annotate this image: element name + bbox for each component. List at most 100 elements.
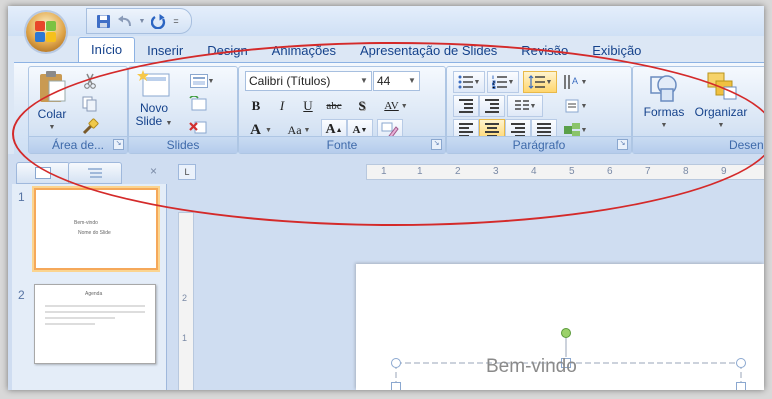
slide-thumbnail[interactable]: Agenda [34, 284, 156, 364]
ruler-label: 1 [417, 166, 423, 177]
tab-selector-icon[interactable]: L [178, 164, 196, 180]
vertical-ruler: 2 1 [178, 212, 194, 390]
undo-icon[interactable] [115, 11, 135, 31]
horizontal-ruler: 1 1 2 3 4 5 6 7 8 9 [366, 164, 764, 180]
char-spacing-label: AV [384, 100, 399, 112]
undo-dropdown-icon[interactable]: ▼ [137, 11, 147, 31]
resize-handle[interactable] [391, 358, 401, 368]
decrease-indent-icon[interactable] [453, 95, 479, 117]
cut-icon[interactable] [79, 71, 101, 91]
redo-icon[interactable] [149, 11, 169, 31]
thumbnail-title: Bem-vindo [74, 220, 98, 226]
powerpoint-window: ▼ = Início Inserir Design Animações Apre… [8, 6, 764, 390]
tab-design[interactable]: Design [195, 40, 259, 62]
italic-button[interactable]: I [269, 95, 295, 117]
text-direction-icon[interactable]: A ▼ [559, 71, 591, 93]
slide-thumbnail[interactable]: Bem-vindo Nome do Slide [34, 188, 158, 270]
font-group-title: Fonte [239, 136, 445, 153]
shapes-label: Formas [643, 105, 685, 119]
font-group: Calibri (Títulos) ▼ 44 ▼ B I U abc S AV ▼ A… [238, 66, 446, 154]
ribbon: Colar ▼ Área de... ↘ Novo Slide ▼ ▼ Slid… [14, 62, 764, 156]
paste-icon [40, 71, 66, 102]
font-size-dropdown-icon[interactable]: ▼ [405, 72, 419, 90]
outline-pane-tab[interactable] [68, 162, 122, 184]
clipboard-launcher-icon[interactable]: ↘ [113, 139, 124, 150]
resize-handle[interactable] [736, 358, 746, 368]
ruler-label: 1 [182, 333, 188, 343]
ruler-label: 5 [569, 166, 575, 177]
tab-revisao[interactable]: Revisão [509, 40, 580, 62]
numbering-icon [491, 75, 507, 89]
tab-inserir[interactable]: Inserir [135, 40, 195, 62]
layout-icon [189, 74, 208, 88]
office-logo-icon [35, 21, 57, 43]
font-name-dropdown-icon[interactable]: ▼ [357, 72, 371, 90]
shapes-icon [650, 75, 677, 102]
copy-icon[interactable] [79, 94, 101, 114]
new-slide-dropdown-icon[interactable]: ▼ [166, 120, 173, 127]
new-slide-button[interactable]: Novo Slide ▼ [133, 69, 175, 130]
reset-slide-icon[interactable] [187, 94, 209, 114]
rotate-handle[interactable] [561, 328, 571, 338]
paste-button[interactable]: Colar ▼ [33, 69, 71, 134]
ruler-label: 4 [531, 166, 537, 177]
slide-number: 1 [18, 190, 25, 204]
ruler-label: 8 [683, 166, 689, 177]
format-painter-icon[interactable] [79, 117, 101, 137]
shapes-button[interactable]: Formas ▼ [637, 69, 691, 132]
shrink-font-label: A [352, 124, 361, 136]
close-pane-icon[interactable]: × [150, 164, 157, 178]
layout-button[interactable]: ▼ [185, 71, 219, 91]
bullets-icon [458, 75, 473, 89]
tab-apresentacao[interactable]: Apresentação de Slides [348, 40, 509, 62]
ruler-label: 6 [607, 166, 613, 177]
slides-group: Novo Slide ▼ ▼ Slides [128, 66, 238, 154]
arrange-button[interactable]: Organizar ▼ [691, 69, 751, 132]
paste-label: Colar [37, 107, 67, 121]
tab-inicio[interactable]: Início [78, 37, 136, 62]
resize-handle[interactable] [736, 382, 746, 390]
arrange-label: Organizar [694, 105, 748, 119]
customize-toolbar-icon[interactable]: = [171, 11, 181, 31]
font-size-value: 44 [377, 74, 391, 88]
bold-button[interactable]: B [243, 95, 269, 117]
char-spacing-button[interactable]: AV ▼ [375, 95, 417, 117]
save-icon[interactable] [93, 11, 113, 31]
ruler-label: 2 [182, 293, 188, 303]
delete-slide-icon[interactable] [187, 117, 209, 137]
tab-animacoes[interactable]: Animações [260, 40, 348, 62]
shapes-dropdown-icon[interactable]: ▼ [637, 119, 691, 132]
font-size-select[interactable]: 44 ▼ [373, 71, 420, 91]
tab-exibicao[interactable]: Exibição [580, 40, 653, 62]
slide-number: 2 [18, 288, 25, 302]
new-slide-icon [137, 70, 170, 97]
clipboard-group: Colar ▼ Área de... ↘ [28, 66, 128, 154]
numbering-button[interactable]: ▼ [487, 71, 519, 93]
arrange-icon [707, 72, 737, 100]
underline-button[interactable]: U [295, 95, 321, 117]
office-button[interactable] [26, 12, 66, 52]
line-spacing-button[interactable]: ▼ [523, 71, 557, 93]
work-area: × 1 Bem-vindo Nome do Slide 2 Agenda L 1 [8, 154, 764, 390]
paragraph-group-title: Parágrafo [447, 136, 631, 153]
shadow-button[interactable]: S [349, 95, 375, 117]
columns-button[interactable]: ▼ [507, 95, 543, 117]
paste-dropdown-icon[interactable]: ▼ [33, 121, 71, 134]
bullets-button[interactable]: ▼ [453, 71, 485, 93]
strikethrough-button[interactable]: abc [321, 95, 347, 117]
ruler-label: 3 [493, 166, 499, 177]
ruler-label: 9 [721, 166, 727, 177]
font-launcher-icon[interactable]: ↘ [431, 139, 442, 150]
paragraph-launcher-icon[interactable]: ↘ [617, 139, 628, 150]
arrange-dropdown-icon[interactable]: ▼ [691, 119, 751, 132]
align-text-icon[interactable]: ▼ [559, 95, 591, 117]
resize-handle[interactable] [391, 382, 401, 390]
ruler-label: 1 [381, 166, 387, 177]
slide-canvas[interactable]: Bem-vindo [356, 264, 764, 390]
slide-title-text[interactable]: Bem-vindo [486, 356, 577, 378]
font-name-select[interactable]: Calibri (Títulos) ▼ [245, 71, 372, 91]
increase-indent-icon[interactable] [479, 95, 505, 117]
slides-pane-tab[interactable] [16, 162, 70, 184]
ruler-label: 2 [455, 166, 461, 177]
pane-tabs: × [12, 162, 160, 184]
